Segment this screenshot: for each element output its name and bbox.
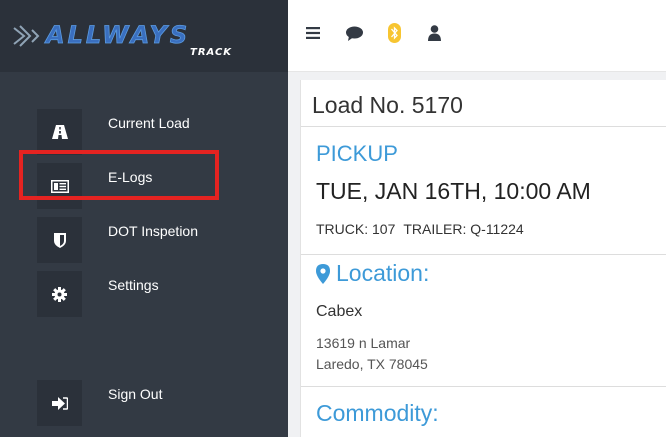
bluetooth-icon[interactable] <box>388 22 401 44</box>
logo-band: ALLWAYS TRACK <box>0 0 288 72</box>
divider <box>301 126 666 127</box>
load-card: Load No. 5170 PICKUP TUE, JAN 16TH, 10:0… <box>300 80 666 437</box>
trailer-number: TRAILER: Q-11224 <box>403 221 524 237</box>
e-logs-highlight-box <box>19 150 219 200</box>
sidebar-item-current-load[interactable]: Current Load <box>0 109 288 155</box>
shield-icon <box>37 217 82 263</box>
location-heading: Location: <box>316 260 429 287</box>
map-marker-icon <box>316 263 330 284</box>
top-bar <box>288 0 666 72</box>
commodity-heading: Commodity: <box>316 400 439 426</box>
allways-track-logo: ALLWAYS TRACK <box>13 21 232 56</box>
menu-icon[interactable] <box>306 22 320 44</box>
sidebar-item-dot-inspetion[interactable]: DOT Inspetion <box>0 217 288 263</box>
svg-text:TRACK: TRACK <box>190 47 232 56</box>
chat-icon[interactable] <box>346 22 363 44</box>
pickup-heading: PICKUP <box>316 141 398 166</box>
truck-number: TRUCK: 107 <box>316 221 396 237</box>
sidebar-item-label: DOT Inspetion <box>108 223 199 239</box>
company-name: Cabex <box>316 303 363 320</box>
pickup-datetime: TUE, JAN 16TH, 10:00 AM <box>316 178 591 204</box>
gear-icon <box>37 271 82 317</box>
address-line-2: Laredo, TX 78045 <box>316 356 428 372</box>
user-icon[interactable] <box>428 22 441 44</box>
sidebar: ALLWAYS TRACK Current Load E-Logs DOT In… <box>0 0 288 437</box>
main-content: Load No. 5170 PICKUP TUE, JAN 16TH, 10:0… <box>288 72 666 437</box>
divider <box>301 254 666 255</box>
sidebar-item-settings[interactable]: Settings <box>0 271 288 317</box>
location-heading-label: Location: <box>336 260 430 286</box>
truck-trailer-info: TRUCK: 107 TRAILER: Q-11224 <box>316 221 532 237</box>
sidebar-item-label: Current Load <box>108 115 190 131</box>
address-line-1: 13619 n Lamar <box>316 335 411 351</box>
sidebar-item-sign-out[interactable]: Sign Out <box>0 380 288 426</box>
sign-out-icon <box>37 380 82 426</box>
svg-text:ALLWAYS: ALLWAYS <box>44 21 190 49</box>
road-icon <box>37 109 82 155</box>
sidebar-item-label: Sign Out <box>108 386 163 402</box>
divider <box>301 386 666 387</box>
load-title: Load No. 5170 <box>312 92 463 118</box>
sidebar-item-label: Settings <box>108 277 159 293</box>
